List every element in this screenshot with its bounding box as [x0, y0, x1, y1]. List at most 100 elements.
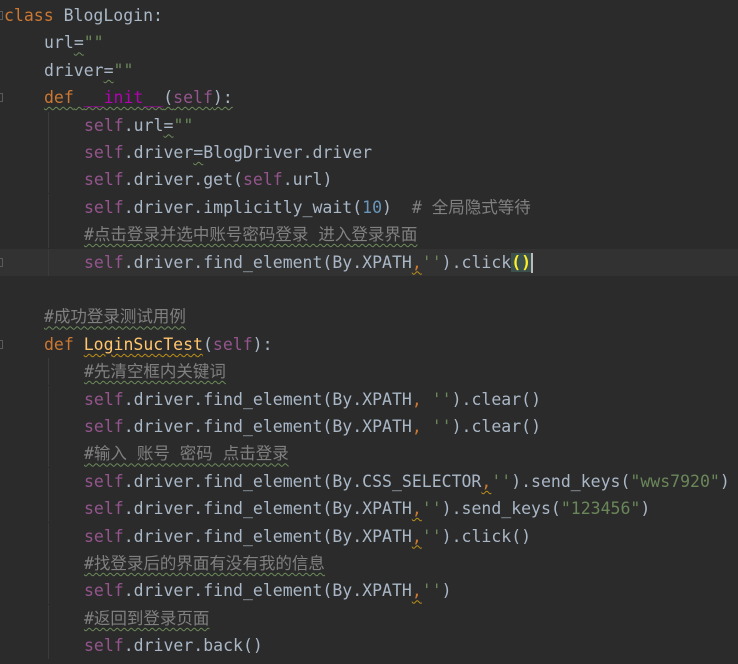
code-token: BlogDriver.driver: [203, 143, 373, 162]
code-text: self.driver.get(self.url): [84, 166, 332, 193]
code-line[interactable]: #成功登录测试用例: [0, 303, 738, 330]
code-token: ,: [481, 471, 492, 491]
code-line[interactable]: self.driver.find_element(By.XPATH,''): [0, 577, 738, 605]
code-token: =: [193, 143, 204, 162]
code-token: '': [431, 389, 452, 409]
code-line[interactable]: self.url="": [0, 111, 738, 139]
indent-guide: [48, 221, 49, 249]
code-line[interactable]: def LoginSucTest(self):: [0, 331, 738, 358]
fold-marker-icon[interactable]: [0, 93, 3, 103]
indent-guide: [48, 358, 49, 386]
code-token: ,: [411, 526, 422, 546]
code-token: #成功登录测试用例: [44, 307, 186, 327]
code-line[interactable]: def __init__(self):: [0, 84, 738, 111]
code-token: .driver.find_element(By.XPATH: [123, 252, 412, 272]
code-line[interactable]: url="": [0, 29, 738, 56]
code-token: ,: [411, 252, 422, 272]
code-token: def: [44, 334, 74, 354]
code-token: #找登录后的界面有没有我的信息: [84, 554, 325, 573]
code-token: ).click: [441, 252, 512, 272]
code-line[interactable]: self.driver=BlogDriver.driver: [0, 139, 738, 166]
code-token: .driver.find_element(By.XPATH: [123, 526, 412, 546]
code-line[interactable]: self.driver.find_element(By.CSS_SELECTOR…: [0, 467, 738, 495]
code-token: # 全局隐式等待: [411, 197, 531, 217]
indent-guide: [48, 577, 49, 605]
code-token: .driver.get(: [123, 170, 243, 190]
code-token: self: [84, 471, 124, 491]
code-token: .url: [123, 115, 164, 135]
code-text: #返回到登录页面: [84, 605, 209, 632]
code-token: .driver: [123, 143, 194, 162]
code-token: self: [84, 115, 124, 135]
code-token: =: [73, 33, 84, 53]
code-line[interactable]: self.driver.get(self.url): [0, 166, 738, 194]
code-token: ): [441, 581, 452, 601]
code-token: .driver.find_element(By.XPATH: [123, 417, 412, 436]
code-line[interactable]: class BlogLogin:: [0, 2, 738, 29]
code-line[interactable]: #返回到登录页面: [0, 604, 738, 632]
indent-guide: [48, 632, 49, 660]
code-token: .driver.find_element(By.XPATH: [123, 581, 412, 601]
code-token: "": [173, 115, 194, 135]
code-text: #先清空框内关键词: [84, 358, 226, 385]
code-token: self: [242, 170, 283, 190]
code-line[interactable]: self.driver.back(): [0, 632, 738, 660]
code-token: '': [421, 581, 442, 601]
code-text: self.driver.find_element(By.CSS_SELECTOR…: [84, 468, 730, 495]
code-line[interactable]: #找登录后的界面有没有我的信息: [0, 550, 738, 577]
indent-guide: [48, 385, 49, 413]
code-line[interactable]: self.driver.find_element(By.XPATH, '').c…: [0, 385, 738, 413]
code-token: =: [163, 115, 174, 135]
code-text: self.driver=BlogDriver.driver: [84, 139, 372, 166]
code-text: self.driver.find_element(By.XPATH, '').c…: [84, 413, 541, 440]
code-token: .driver.find_element(By.CSS_SELECTOR: [123, 471, 482, 491]
code-text: #找登录后的界面有没有我的信息: [84, 550, 325, 577]
code-text: #点击登录并选中账号密码登录 进入登录界面: [84, 221, 417, 248]
fold-marker-icon[interactable]: [0, 257, 3, 267]
code-token: ): [382, 197, 412, 217]
code-token: ,: [411, 389, 432, 409]
code-line[interactable]: #点击登录并选中账号密码登录 进入登录界面: [0, 221, 738, 249]
code-token: def: [44, 88, 74, 108]
code-token: #点击登录并选中账号密码登录 进入登录界面: [84, 225, 418, 245]
code-token: "": [83, 33, 104, 53]
code-text: def __init__(self):: [44, 84, 233, 111]
code-token: '': [431, 417, 452, 436]
indent-guide: [48, 467, 49, 495]
indent-guide: [48, 440, 49, 468]
code-line[interactable]: self.driver.find_element(By.XPATH,'').cl…: [0, 522, 738, 550]
code-line[interactable]: #先清空框内关键词: [0, 358, 738, 386]
code-text: self.driver.implicitly_wait(10) # 全局隐式等待: [84, 194, 531, 221]
code-token: url: [44, 33, 74, 53]
code-token: self: [84, 197, 124, 217]
code-line[interactable]: self.driver.implicitly_wait(10) # 全局隐式等待: [0, 193, 738, 221]
code-text: #成功登录测试用例: [44, 303, 186, 330]
code-token: self: [173, 88, 213, 108]
code-line[interactable]: #输入 账号 密码 点击登录: [0, 440, 738, 468]
code-token: ).send_keys(: [511, 471, 631, 491]
code-line[interactable]: driver="": [0, 57, 738, 84]
code-token: ).clear(): [451, 389, 541, 409]
code-token: self: [212, 334, 253, 354]
fold-marker-icon[interactable]: [0, 339, 3, 349]
code-token: self: [84, 417, 124, 436]
code-token: ).clear(): [451, 417, 541, 436]
indent-guide: [48, 522, 49, 550]
code-token: '': [421, 526, 442, 546]
code-line[interactable]: self.driver.find_element(By.XPATH, '').c…: [0, 413, 738, 440]
code-token: self: [84, 581, 124, 601]
code-line[interactable]: self.driver.find_element(By.XPATH,'').se…: [0, 495, 738, 523]
code-token: self: [84, 389, 124, 409]
indent-guide: [48, 193, 49, 221]
code-token: ,: [411, 417, 432, 436]
fold-marker-icon[interactable]: [0, 11, 3, 20]
code-token: 10: [362, 197, 383, 217]
code-token: ,: [411, 581, 422, 601]
code-text: self.driver.find_element(By.XPATH, '').c…: [84, 386, 541, 413]
code-line[interactable]: [0, 276, 738, 303]
code-token: self: [84, 252, 124, 272]
code-line[interactable]: self.driver.find_element(By.XPATH,'').cl…: [0, 248, 738, 276]
code-editor[interactable]: class BlogLogin: url="" driver="" def __ini…: [0, 0, 738, 664]
